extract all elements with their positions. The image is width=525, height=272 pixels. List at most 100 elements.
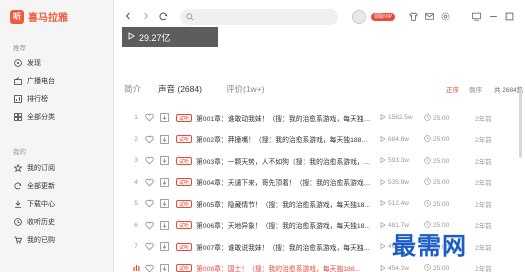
track-title[interactable]: 第001章：谁敢动我妹！（搜：我的治愈系游戏，每天独180...	[196, 113, 372, 123]
sidebar-item-label: 我的已购	[27, 237, 55, 244]
trial-badge: 试听	[176, 242, 193, 251]
track-duration: 25:00	[424, 178, 469, 186]
sidebar-item-radio[interactable]: 广播电台	[13, 75, 55, 87]
track-duration: 25:00	[424, 264, 469, 272]
track-duration-value: 25:00	[433, 136, 450, 143]
refresh-button[interactable]	[157, 10, 169, 22]
heart-icon[interactable]	[145, 156, 154, 165]
track-title[interactable]: 第004章：天谴下来，哥先顶着！（搜：我的治愈系游戏，...	[196, 177, 372, 187]
track-date: 2年前	[475, 158, 492, 166]
track-title[interactable]: 第005章：隐藏情节！（搜：我的治愈系游戏，每天独18...	[196, 199, 372, 209]
play-count: 29.27亿	[139, 32, 171, 43]
track-date: 2年前	[475, 244, 492, 252]
sidebar-item-label: 下载中心	[27, 201, 55, 208]
sidebar-item-rankings[interactable]: 排行榜	[13, 93, 48, 105]
sort-desc-button[interactable]: 倒序	[469, 84, 482, 94]
chart-icon	[13, 94, 23, 104]
scrollbar[interactable]	[519, 88, 522, 158]
track-plays-value: 535.8w	[388, 178, 409, 186]
download-icon[interactable]	[160, 134, 169, 144]
shirt-icon[interactable]	[408, 11, 419, 22]
app-logo[interactable]: 听 喜马拉雅	[10, 9, 68, 24]
track-date: 2年前	[475, 201, 492, 209]
tab-sounds[interactable]: 声音 (2684)	[158, 83, 202, 95]
mini-mode-icon[interactable]	[471, 11, 482, 22]
avatar[interactable]	[352, 10, 366, 24]
track-duration-value: 25:00	[433, 157, 450, 165]
search-input[interactable]	[198, 13, 318, 21]
track-plays: 593.3w	[380, 156, 430, 164]
track-duration: 25:00	[424, 135, 469, 143]
track-title[interactable]: 第008章：国士！（搜：我的治愈系游戏，每天独188...	[196, 263, 372, 272]
mail-icon[interactable]	[424, 11, 435, 22]
sidebar-item-purchased[interactable]: 我的已购	[13, 234, 55, 246]
play-icon	[380, 156, 386, 164]
sidebar-item-downloads[interactable]: 下载中心	[13, 198, 55, 210]
download-icon[interactable]	[160, 177, 169, 187]
sidebar-item-label: 全部更新	[27, 183, 55, 190]
heart-icon[interactable]	[145, 221, 154, 230]
play-icon	[380, 199, 386, 207]
gear-icon[interactable]	[440, 11, 451, 22]
trial-badge: 试听	[176, 156, 193, 165]
track-plays-value: 1562.5w	[388, 114, 413, 121]
heart-icon[interactable]	[145, 199, 154, 208]
download-icon[interactable]	[160, 199, 169, 208]
download-icon[interactable]	[160, 113, 169, 122]
trial-badge: 试听	[176, 199, 193, 208]
track-number: 1	[134, 114, 138, 121]
tab-reviews[interactable]: 评价(1w+)	[226, 83, 265, 95]
tab-intro[interactable]: 简介	[124, 83, 141, 95]
clock-icon	[424, 156, 431, 164]
vip-badge[interactable]: 领取VIP	[371, 13, 396, 21]
cart-icon	[13, 235, 23, 245]
track-plays: 535.8w	[380, 178, 430, 186]
download-icon[interactable]	[160, 242, 169, 251]
track-title[interactable]: 第006章：天地异象！（搜：我的治愈系游戏，每天独18...	[196, 220, 372, 230]
track-row[interactable]: 4 试听 第004章：天谴下来，哥先顶着！（搜：我的治愈系游戏，... 535.8w 2…	[122, 172, 515, 193]
sidebar-item-categories[interactable]: 全部分类	[13, 111, 55, 123]
maximize-icon[interactable]	[504, 11, 515, 22]
radio-icon	[13, 76, 23, 86]
refresh-icon	[13, 181, 23, 191]
compass-icon	[13, 58, 23, 68]
track-plays-value: 454.2w	[388, 264, 409, 272]
track-plays-value: 684.8w	[388, 135, 409, 143]
track-row[interactable]: 5 试听 第005章：隐藏情节！（搜：我的治愈系游戏，每天独18... 512.4w 2…	[122, 193, 515, 214]
sidebar-item-history[interactable]: 收听历史	[13, 216, 55, 228]
download-icon[interactable]	[160, 263, 169, 272]
track-row[interactable]: 1 试听 第001章：谁敢动我妹！（搜：我的治愈系游戏，每天独180... 1562.…	[122, 107, 515, 128]
album-cover[interactable]: 29.27亿	[122, 27, 218, 47]
refresh-icon	[158, 12, 167, 20]
sidebar-item-updates[interactable]: 全部更新	[13, 180, 55, 192]
track-duration-value: 25:00	[433, 200, 450, 208]
track-title[interactable]: 第002章：莽撞嘴！（搜：我的治愈系游戏，每天独188...	[196, 134, 372, 144]
track-number: 5	[134, 200, 138, 207]
track-plays-value: 512.4w	[388, 200, 409, 207]
back-button[interactable]	[122, 10, 134, 22]
track-title[interactable]: 第007章：谁敢说我妹！（搜：我的治愈系游戏，每天独...	[196, 242, 372, 252]
download-icon[interactable]	[160, 156, 169, 165]
heart-icon[interactable]	[145, 264, 154, 272]
sidebar-item-subscriptions[interactable]: 我的订阅	[13, 162, 55, 174]
track-title[interactable]: 第003章：一颗天势，人不如狗（搜：我的治愈系游戏，每...	[196, 156, 372, 166]
heart-icon[interactable]	[145, 135, 154, 144]
forward-button[interactable]	[140, 10, 152, 22]
minimize-icon[interactable]	[488, 11, 499, 22]
search-box[interactable]	[180, 9, 338, 25]
track-duration-value: 25:00	[433, 265, 450, 272]
heart-icon[interactable]	[145, 242, 154, 251]
track-row[interactable]: 2 试听 第002章：莽撞嘴！（搜：我的治愈系游戏，每天独188... 684.8w 2…	[122, 129, 515, 150]
download-icon[interactable]	[160, 220, 169, 230]
track-row[interactable]: 3 试听 第003章：一颗天势，人不如狗（搜：我的治愈系游戏，每... 593.3w 2…	[122, 150, 515, 171]
sidebar-item-discover[interactable]: 发现	[13, 57, 41, 69]
section-title-recommend: 推荐	[13, 45, 26, 52]
sidebar-item-label: 全部分类	[27, 114, 55, 121]
track-duration: 25:00	[424, 156, 469, 165]
track-plays: 454.2w	[380, 264, 430, 272]
sidebar-item-label: 收听历史	[27, 219, 55, 226]
heart-icon[interactable]	[145, 178, 154, 187]
clock-icon	[424, 113, 431, 121]
heart-icon[interactable]	[145, 113, 154, 122]
sort-asc-button[interactable]: 正序	[446, 84, 459, 94]
